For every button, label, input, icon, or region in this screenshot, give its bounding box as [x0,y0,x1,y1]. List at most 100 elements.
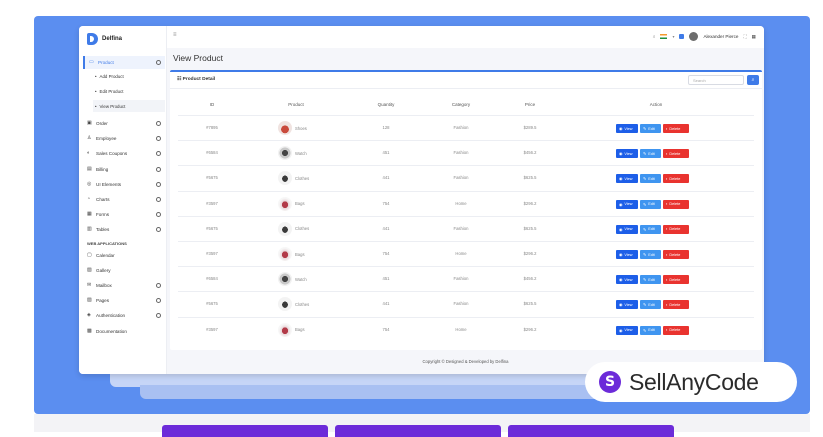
column-header[interactable]: Price [525,102,535,107]
product-thumbnail [278,247,292,261]
card-title: ☷ Product Detail [177,77,216,82]
eye-icon: ◉ [619,202,623,207]
sellanycode-badge: S SellAnyCode [585,362,797,402]
sidebar-subitem-add-product[interactable]: • Add Product [93,70,165,82]
sidebar-item-billing[interactable]: ▤ Billing [83,163,165,176]
sidebar-item-authentication[interactable]: ◈ Authentication [83,309,165,322]
cell-quantity: 754 [382,251,390,256]
gallery-icon: ▧ [87,266,92,273]
trash-icon: ▪ [666,202,668,207]
grid-icon[interactable]: ▦ [752,34,756,40]
edit-button[interactable]: ✎ Edit [640,300,661,310]
edit-button[interactable]: ✎ Edit [640,325,661,335]
sidebar-item-sales-coupons[interactable]: ◐ Sales Coupons [83,147,165,160]
cell-id: #3597 [206,326,218,332]
delete-button[interactable]: ▪ Delete [663,199,689,209]
delete-button[interactable]: ▪ Delete [663,124,689,133]
table-row: #3597 Bags 754 Home $296.2 ◉ View ✎ Edit ▪ Delete [178,190,754,216]
brand-logo[interactable]: Delfina [87,32,122,46]
sidebar-subitem-label: Add Product [99,73,124,79]
edit-button[interactable]: ✎ Edit [640,224,661,234]
search-input[interactable]: Search [688,75,744,85]
edit-button[interactable]: ✎ Edit [640,174,661,184]
view-button[interactable]: ◉ View [616,300,638,310]
table-row: #5675 Clothes 441 Fashion $625.5 ◉ View ✎ Edit ▪ D… [178,215,754,241]
sidebar-item-product[interactable]: ▭ Product [83,56,165,69]
cell-quantity: 441 [382,175,390,181]
delete-button[interactable]: ▪ Delete [663,250,689,259]
cell-price: $625.5 [523,301,537,307]
delete-button[interactable]: ▪ Delete [663,325,689,335]
avatar[interactable] [689,32,699,41]
sidebar-item-ui-elements[interactable]: ◎ UI Elements [83,178,165,191]
edit-button[interactable]: ✎ Edit [640,124,661,133]
column-header[interactable]: Category [452,102,470,107]
delete-button[interactable]: ▪ Delete [663,275,689,285]
sidebar-item-mailbox[interactable]: ✉ Mailbox [83,279,165,292]
chevron-down-icon[interactable]: ▾ [672,34,674,39]
sidebar-item-pages[interactable]: ▨ Pages [83,294,165,307]
view-button[interactable]: ◉ View [616,149,638,159]
view-button[interactable]: ◉ View [616,250,638,259]
chevron-circle-icon [156,212,161,218]
view-button[interactable]: ◉ View [616,325,638,335]
delete-button[interactable]: ▪ Delete [663,174,689,184]
pencil-icon: ✎ [643,328,647,333]
cell-id: #5675 [206,301,218,307]
table-icon: ▥ [87,226,92,233]
sidebar-item-calendar[interactable]: ▢ Calendar [83,249,165,262]
row-actions: ◉ View ✎ Edit ▪ Delete [616,325,689,335]
delete-button[interactable]: ▪ Delete [663,224,689,234]
delete-button[interactable]: ▪ Delete [663,149,689,159]
edit-button[interactable]: ✎ Edit [640,149,661,159]
fullscreen-icon[interactable]: ⛶ [743,34,746,39]
sidebar-subitem-view-product[interactable]: • View Product [93,100,165,112]
view-button[interactable]: ◉ View [616,199,638,209]
edit-button[interactable]: ✎ Edit [640,199,661,209]
cell-id: #6584 [206,150,218,156]
product-thumbnail [278,146,292,161]
chevron-circle-icon [156,60,161,65]
sidebar-item-tables[interactable]: ▥ Tables [83,223,165,236]
search-button[interactable]: ⌕ [747,75,759,85]
view-button[interactable]: ◉ View [616,124,638,133]
edit-button[interactable]: ✎ Edit [640,250,661,259]
search-icon[interactable]: ⌕ [653,34,656,39]
ui-icon: ◎ [87,180,92,187]
product-name: Clothes [295,175,310,181]
cell-product: Clothes [278,171,310,186]
cell-category: Fashion [453,225,469,231]
sidebar-item-employee[interactable]: ♙ Employee [83,132,165,145]
main-content: View Product ☷ Product Detail Search ⌕ I… [167,48,764,374]
sidebar-item-label: Authentication [96,313,126,319]
user-name[interactable]: Alexander Pierce [703,34,738,39]
cell-quantity: 754 [382,326,390,332]
sidebar-item-charts[interactable]: ◔ Charts [83,193,165,206]
view-button[interactable]: ◉ View [616,275,638,285]
column-header[interactable]: Action [650,102,663,107]
sidebar-item-gallery[interactable]: ▧ Gallery [83,264,165,277]
sidebar-item-forms[interactable]: ▦ Forms [83,208,165,221]
flag-icon[interactable] [660,34,668,39]
view-button[interactable]: ◉ View [616,224,638,234]
row-actions: ◉ View ✎ Edit ▪ Delete [616,174,689,184]
sidebar-subitem-edit-product[interactable]: • Edit Product [93,85,165,97]
delete-button[interactable]: ▪ Delete [663,300,689,310]
column-header[interactable]: ID [210,102,215,107]
footer-button-3[interactable] [508,425,674,437]
column-header[interactable]: Quantity [378,102,395,107]
column-header[interactable]: Product [288,102,304,107]
logo-icon [87,33,98,45]
table-row: #3597 Bags 754 Home $296.2 ◉ View ✎ Edit ▪ Delete [178,241,754,266]
bullet-icon: • [95,103,97,109]
view-button[interactable]: ◉ View [616,174,638,184]
sidebar-item-documentation[interactable]: ▩ Documentation [83,325,165,338]
footer-button-2[interactable] [335,425,501,437]
footer-button-1[interactable] [162,425,328,437]
table-row: #5675 Clothes 441 Fashion $625.5 ◉ View ✎ Edit ▪ D… [178,165,754,190]
cell-price: $296.2 [523,326,537,332]
message-icon[interactable] [679,34,685,39]
sidebar-item-order[interactable]: ▣ Order [83,117,165,130]
menu-icon[interactable]: ≡ [173,32,177,38]
edit-button[interactable]: ✎ Edit [640,275,661,285]
